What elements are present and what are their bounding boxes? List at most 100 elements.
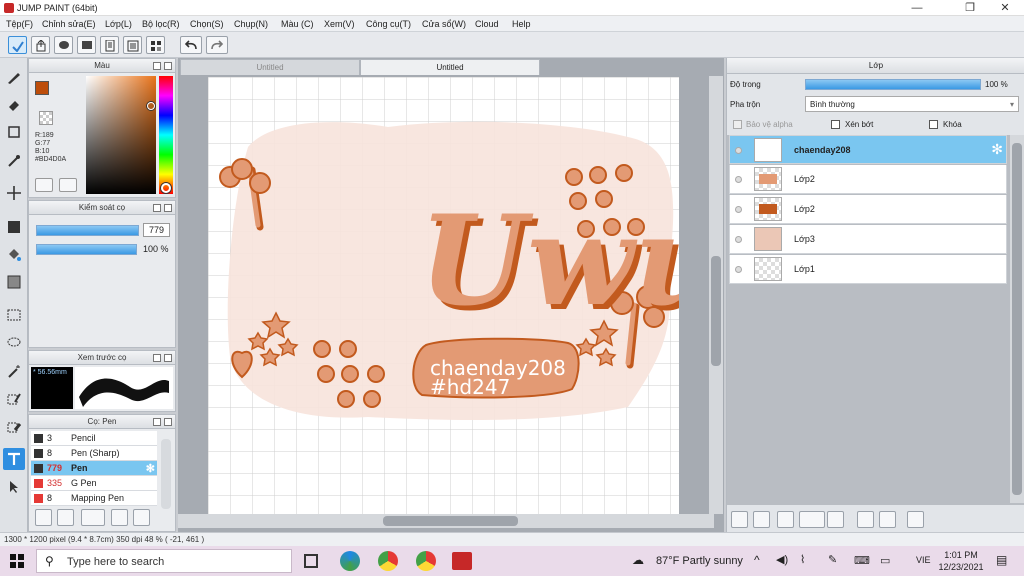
brush-item-pen[interactable]: 779 Pen ✻: [31, 461, 157, 476]
add-brush-button[interactable]: [35, 509, 52, 526]
keyboard-icon[interactable]: ⌨: [854, 554, 870, 567]
redo-button[interactable]: [206, 36, 228, 54]
comment-button[interactable]: [54, 36, 73, 54]
menu-tools[interactable]: Công cụ(T): [366, 19, 411, 29]
horizontal-scrollbar[interactable]: [178, 514, 714, 528]
select-pen-tool[interactable]: [3, 388, 25, 410]
brush-item-pencil[interactable]: 3 Pencil: [31, 431, 157, 446]
brush-item-g-pen[interactable]: 335 G Pen: [31, 476, 157, 491]
input-language[interactable]: VIE: [916, 555, 931, 565]
gear-icon[interactable]: ✻: [991, 141, 1003, 158]
layer-add-menu-button[interactable]: [799, 511, 825, 528]
document-button[interactable]: [100, 36, 119, 54]
chrome-icon[interactable]: [378, 551, 398, 571]
menu-layer[interactable]: Lớp(L): [105, 19, 132, 29]
brush-item-mapping-pen[interactable]: 8 Mapping Pen: [31, 491, 157, 506]
maximize-button[interactable]: ❐: [955, 0, 985, 16]
network-icon[interactable]: ⌇: [800, 553, 805, 566]
menu-capture[interactable]: Chụp(N): [234, 19, 268, 29]
menu-help[interactable]: Help: [512, 19, 531, 29]
gradient-tool[interactable]: [3, 271, 25, 293]
hue-cursor[interactable]: [161, 183, 171, 193]
new-layer-button[interactable]: [731, 511, 748, 528]
eraser-tool[interactable]: [3, 94, 25, 116]
move-icon[interactable]: [3, 182, 25, 204]
layer-row[interactable]: chaenday208 ✻: [729, 135, 1007, 164]
layer-list-scrollbar[interactable]: [1010, 135, 1024, 503]
lasso-tool[interactable]: [3, 332, 25, 354]
close-button[interactable]: ✕: [990, 0, 1020, 16]
minimize-button[interactable]: —: [902, 0, 932, 16]
menu-cloud[interactable]: Cloud: [475, 19, 499, 29]
layer-row[interactable]: Lớp3: [729, 225, 1007, 254]
panel-close-icon[interactable]: [164, 204, 172, 212]
visibility-icon[interactable]: [735, 266, 742, 273]
clock[interactable]: 1:01 PM 12/23/2021: [936, 549, 986, 573]
v-scroll-thumb[interactable]: [711, 256, 721, 366]
brush-item-pen-sharp[interactable]: 8 Pen (Sharp): [31, 446, 157, 461]
panel-float-icon[interactable]: [153, 62, 161, 70]
windows-start-icon[interactable]: [10, 554, 24, 568]
text-tool[interactable]: [3, 448, 25, 470]
brush-settings-button[interactable]: [111, 509, 128, 526]
lock-checkbox[interactable]: [929, 120, 938, 129]
menu-select[interactable]: Chọn(S): [190, 19, 224, 29]
bucket-tool[interactable]: [3, 243, 25, 265]
panel-close-icon[interactable]: [164, 418, 172, 426]
panel-float-icon[interactable]: [153, 204, 161, 212]
panel-float-icon[interactable]: [153, 418, 161, 426]
volume-icon[interactable]: ◀): [776, 553, 788, 566]
export-button[interactable]: [31, 36, 50, 54]
menu-window[interactable]: Cửa sổ(W): [422, 19, 466, 29]
clipping-checkbox[interactable]: [831, 120, 840, 129]
color-palette-button[interactable]: [59, 178, 77, 192]
brush-tool[interactable]: [3, 66, 25, 88]
page-button[interactable]: [123, 36, 142, 54]
brush-size-value[interactable]: 779: [143, 223, 170, 237]
visibility-icon[interactable]: [735, 206, 742, 213]
tray-chevron-icon[interactable]: ^: [754, 553, 760, 567]
layer-scroll-thumb[interactable]: [1012, 143, 1022, 495]
visibility-icon[interactable]: [735, 176, 742, 183]
doc-tab-1[interactable]: Untitled: [180, 59, 360, 75]
edge-icon[interactable]: [340, 551, 360, 571]
brush-size-slider[interactable]: [36, 225, 139, 236]
panel-close-icon[interactable]: [164, 354, 172, 362]
picker-cursor[interactable]: [147, 102, 155, 110]
new-layer-add-button[interactable]: [777, 511, 794, 528]
message-button[interactable]: [77, 36, 96, 54]
new-brush-button[interactable]: [57, 509, 74, 526]
select-rect-tool[interactable]: [3, 304, 25, 326]
fill-rect-tool[interactable]: [3, 216, 25, 238]
brush-menu-button[interactable]: [81, 509, 105, 526]
saturation-value-picker[interactable]: [86, 76, 156, 194]
canvas-paper[interactable]: Uwu Uwu chaenday208 #hd247: [208, 77, 679, 514]
menu-file[interactable]: Tệp(F): [6, 19, 33, 29]
rect-tool[interactable]: [3, 121, 25, 143]
layer-row[interactable]: Lớp2: [729, 165, 1007, 194]
new-layer-copy-button[interactable]: [753, 511, 770, 528]
pen-icon[interactable]: ✎: [828, 553, 837, 566]
task-view-icon[interactable]: [304, 554, 318, 568]
weather-text[interactable]: 87°F Partly sunny: [656, 555, 743, 567]
menu-edit[interactable]: Chỉnh sửa(E): [42, 19, 96, 29]
new-folder-button[interactable]: [827, 511, 844, 528]
transparent-swatch[interactable]: [39, 111, 53, 125]
notification-icon[interactable]: ▤: [996, 553, 1007, 567]
operation-tool[interactable]: [3, 476, 25, 498]
chrome-profile-icon[interactable]: [416, 551, 436, 571]
color-wheel-button[interactable]: [35, 178, 53, 192]
vertical-scrollbar[interactable]: [709, 76, 723, 514]
cloud-sync-button[interactable]: [8, 36, 27, 54]
menu-filter[interactable]: Bộ lọc(R): [142, 19, 180, 29]
blend-mode-select[interactable]: Bình thường ▾: [805, 96, 1019, 112]
h-scroll-thumb[interactable]: [383, 516, 518, 526]
magic-wand-tool[interactable]: [3, 360, 25, 382]
visibility-icon[interactable]: [735, 236, 742, 243]
brush-folder-button[interactable]: [133, 509, 150, 526]
brush-opacity-slider[interactable]: [36, 244, 137, 255]
duplicate-layer-button[interactable]: [857, 511, 874, 528]
grid-settings-button[interactable]: [146, 36, 165, 54]
panel-close-icon[interactable]: [164, 62, 172, 70]
layer-opacity-slider[interactable]: [805, 79, 981, 90]
